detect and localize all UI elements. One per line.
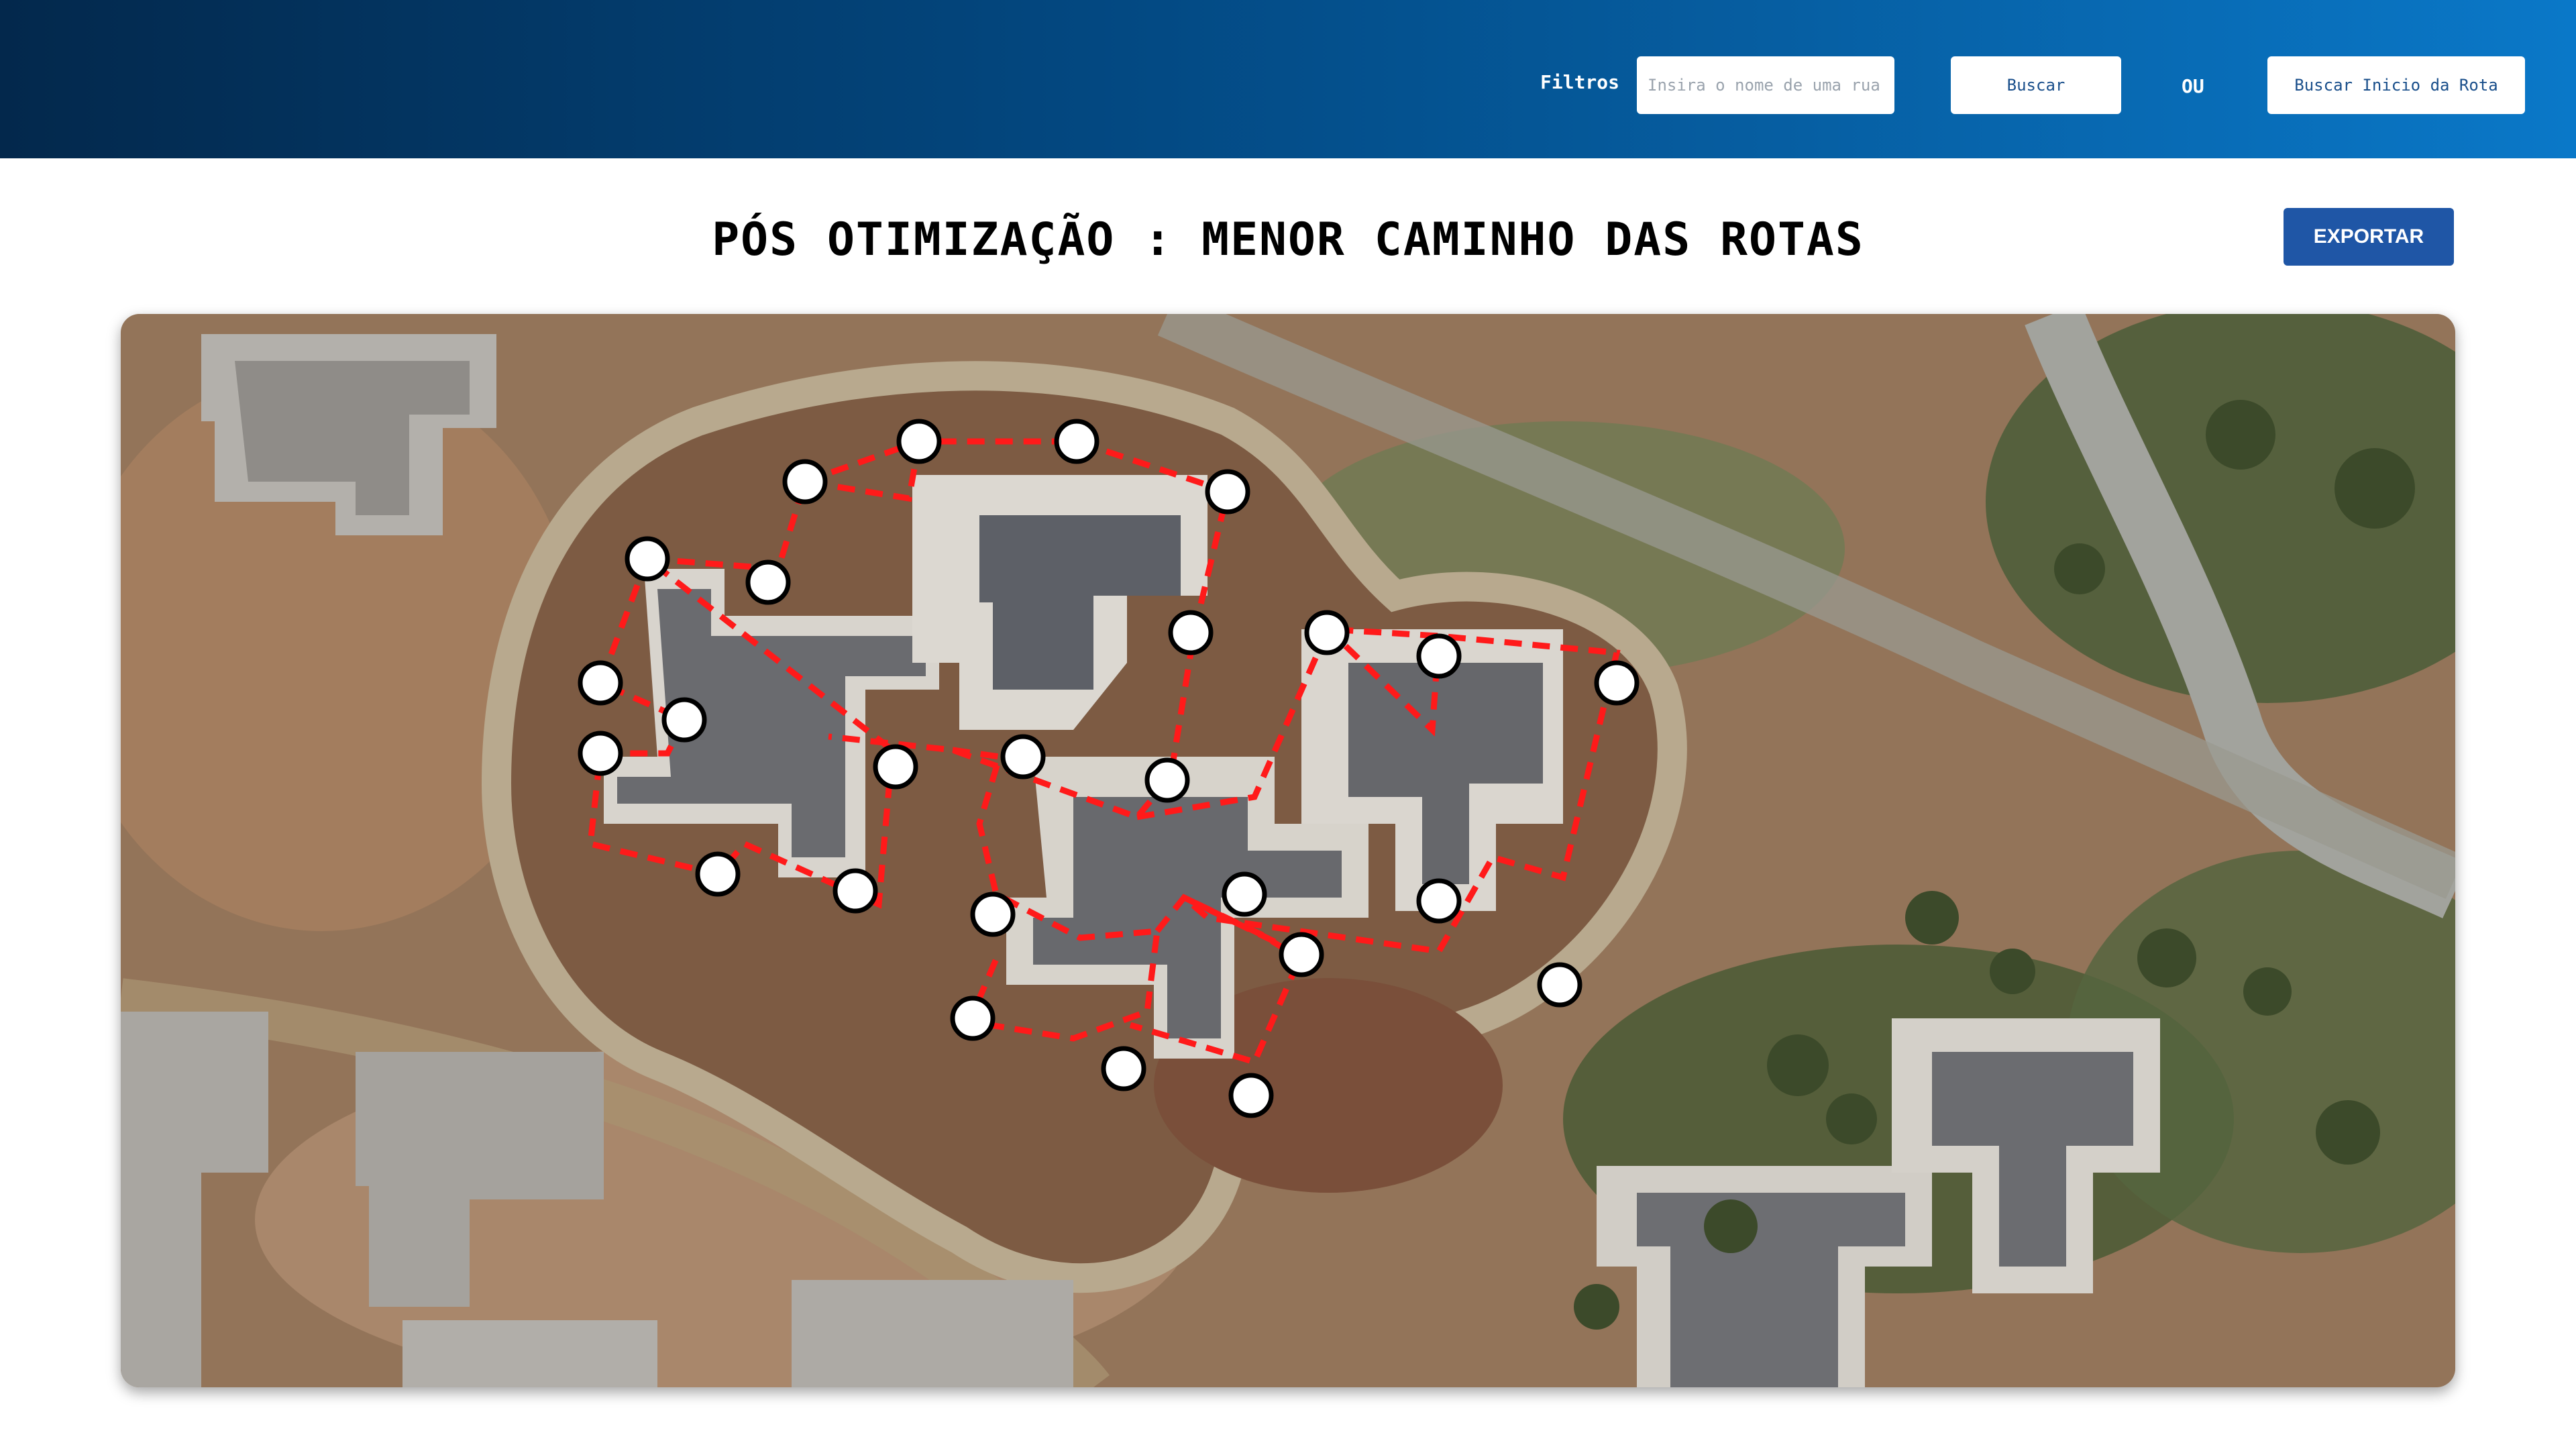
route-marker — [1144, 757, 1190, 803]
or-separator: OU — [2182, 75, 2204, 97]
route-marker — [782, 459, 828, 504]
route-marker — [1168, 610, 1214, 655]
route-marker — [1416, 878, 1462, 924]
route-marker — [950, 996, 996, 1041]
route-marker — [1000, 734, 1046, 780]
route-marker — [661, 697, 707, 743]
route-marker — [1222, 871, 1267, 917]
route-marker — [896, 419, 942, 464]
map-canvas — [121, 314, 2455, 1387]
route-marker — [873, 744, 918, 790]
route-start-search-button[interactable]: Buscar Inicio da Rota — [2267, 56, 2525, 114]
route-marker — [625, 536, 670, 582]
route-marker — [1537, 962, 1582, 1008]
route-marker — [1416, 633, 1462, 679]
satellite-map[interactable] — [121, 314, 2455, 1387]
route-marker — [1594, 660, 1640, 706]
page-title: PÓS OTIMIZAÇÃO : MENOR CAMINHO DAS ROTAS — [712, 213, 1864, 266]
search-button[interactable]: Buscar — [1951, 56, 2121, 114]
top-bar: Filtros Buscar OU Buscar Inicio da Rota — [0, 0, 2576, 158]
route-marker — [1279, 932, 1324, 977]
route-marker — [1228, 1073, 1274, 1118]
route-marker — [1054, 419, 1099, 464]
route-marker — [970, 892, 1016, 937]
street-search-input[interactable] — [1637, 56, 1894, 114]
filters-label: Filtros — [1540, 71, 1620, 93]
export-button[interactable]: EXPORTAR — [2284, 208, 2454, 266]
route-marker — [578, 660, 623, 706]
route-marker — [833, 868, 878, 914]
route-marker — [578, 731, 623, 776]
route-marker — [695, 851, 741, 897]
route-marker — [1304, 610, 1350, 655]
route-marker — [1205, 469, 1250, 515]
route-marker — [1101, 1046, 1146, 1091]
route-marker — [745, 559, 791, 605]
